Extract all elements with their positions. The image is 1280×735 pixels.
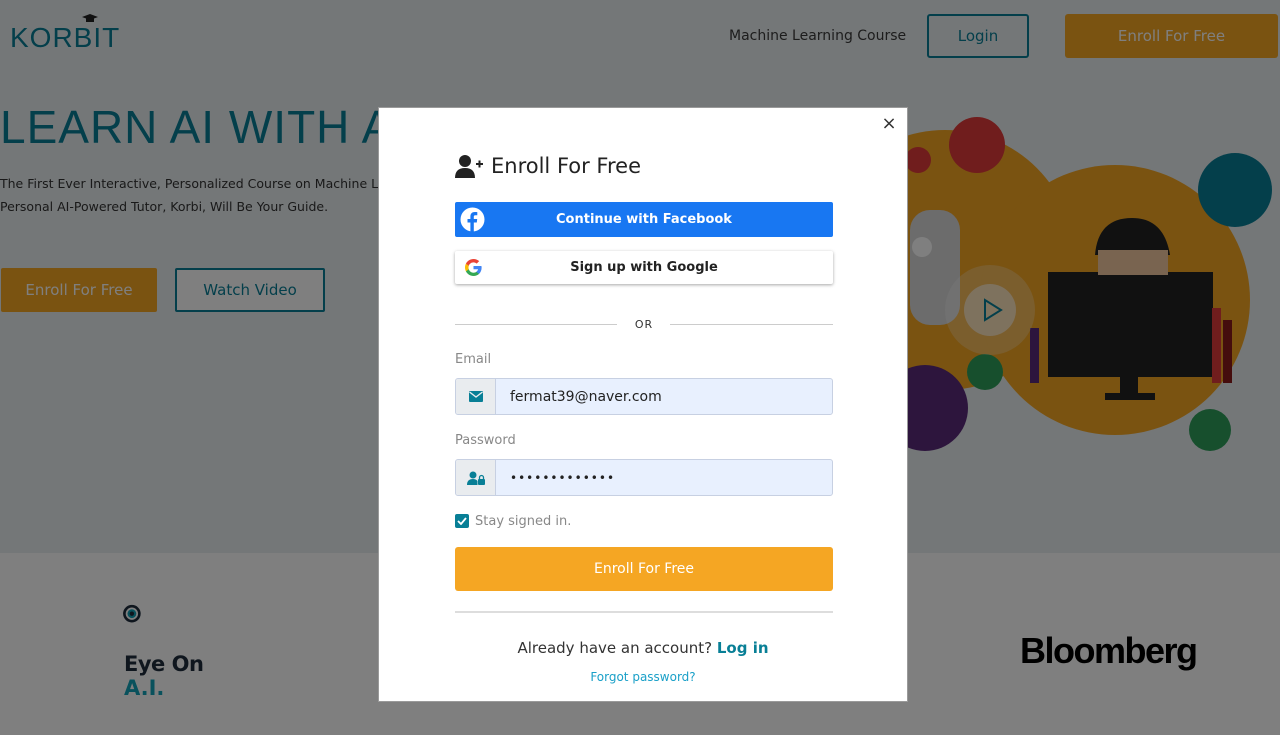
separator xyxy=(455,611,833,613)
already-account-label: Already have an account? xyxy=(517,639,713,657)
facebook-icon xyxy=(460,207,485,232)
email-field[interactable]: fermat39@naver.com xyxy=(455,378,833,415)
google-button-label: Sign up with Google xyxy=(570,260,718,275)
password-field[interactable]: ••••••••••••• xyxy=(455,459,833,496)
forgot-password-link[interactable]: Forgot password? xyxy=(379,670,907,684)
password-label: Password xyxy=(455,433,516,448)
envelope-icon xyxy=(456,379,496,414)
facebook-button[interactable]: Continue with Facebook xyxy=(455,202,833,237)
google-button[interactable]: Sign up with Google xyxy=(455,251,833,284)
enroll-modal: × Enroll For Free Continue with Facebook… xyxy=(378,107,908,702)
stay-signed-label[interactable]: Stay signed in. xyxy=(475,514,571,529)
facebook-button-label: Continue with Facebook xyxy=(556,212,732,227)
google-icon xyxy=(465,259,482,276)
add-user-icon xyxy=(455,155,483,178)
or-divider-text: OR xyxy=(634,318,654,331)
enroll-submit-button[interactable]: Enroll For Free xyxy=(455,547,833,591)
modal-title-text: Enroll For Free xyxy=(491,154,641,178)
divider-left xyxy=(455,324,617,325)
email-input[interactable]: fermat39@naver.com xyxy=(496,379,832,414)
check-icon xyxy=(457,517,467,525)
divider-right xyxy=(670,324,833,325)
login-link[interactable]: Log in xyxy=(717,639,769,657)
password-input[interactable]: ••••••••••••• xyxy=(496,460,832,495)
stay-signed-checkbox[interactable] xyxy=(455,514,469,528)
modal-title: Enroll For Free xyxy=(455,154,641,178)
close-icon[interactable]: × xyxy=(879,114,899,134)
user-lock-icon xyxy=(456,460,496,495)
email-label: Email xyxy=(455,352,492,367)
already-account-text: Already have an account? Log in xyxy=(379,639,907,657)
